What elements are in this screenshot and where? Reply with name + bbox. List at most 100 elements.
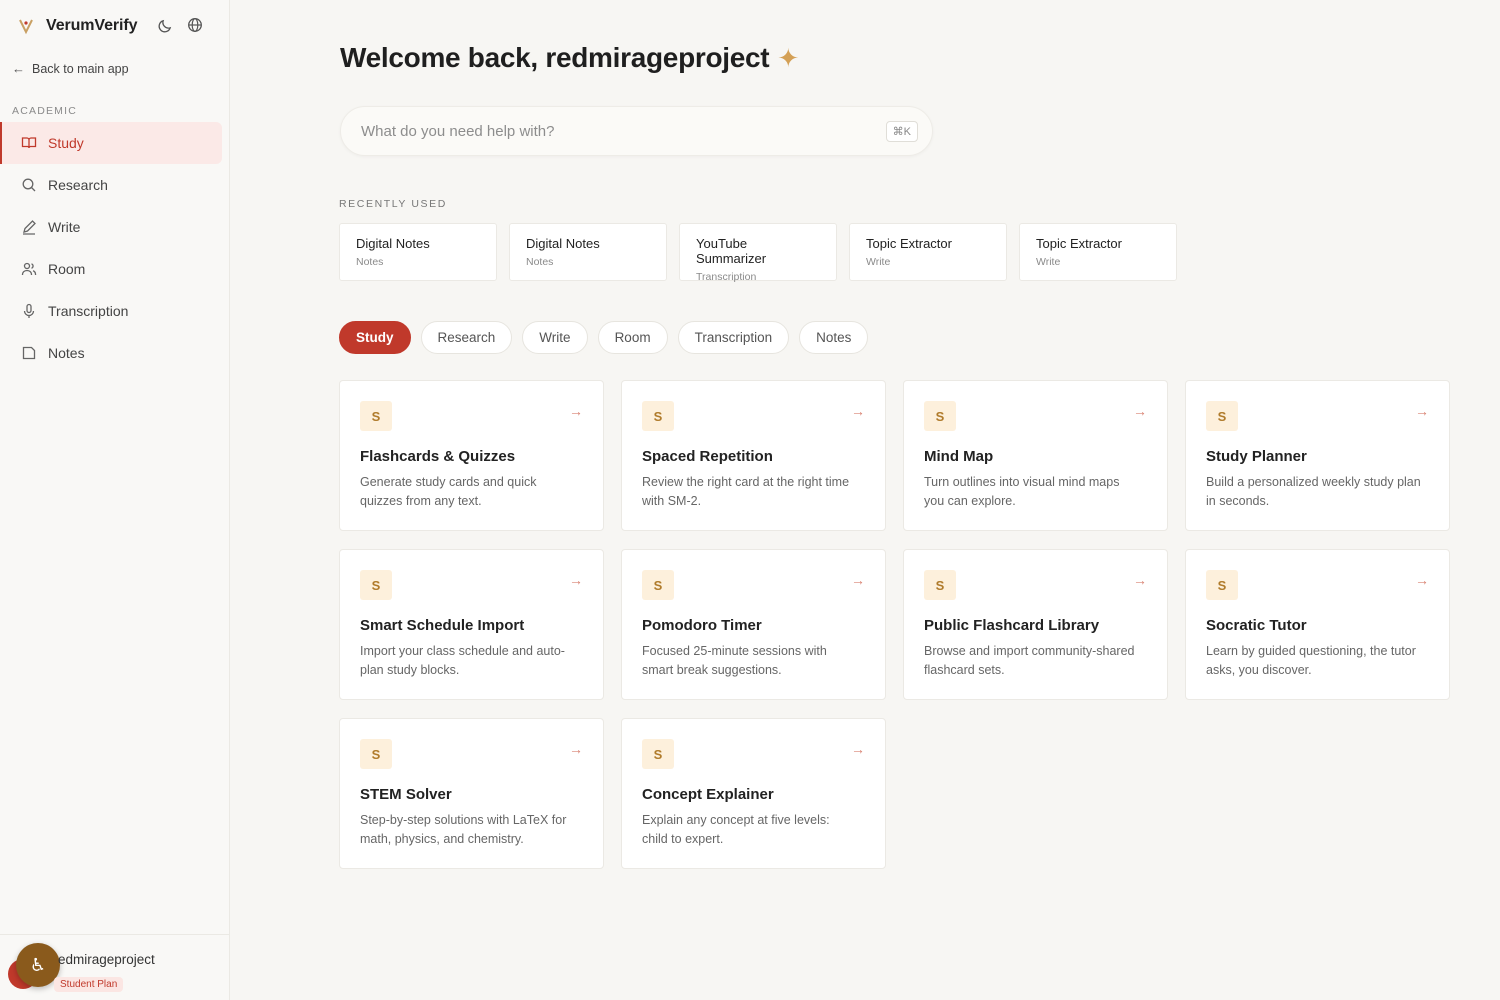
shortcut-hint: ⌘K	[885, 120, 918, 142]
arrow-right-icon: →	[569, 403, 583, 419]
sidebar-item-research[interactable]: Research	[0, 164, 222, 206]
sparkle-icon: ✦	[777, 42, 799, 73]
arrow-right-icon: →	[1415, 572, 1429, 588]
arrow-right-icon: →	[1133, 403, 1147, 419]
tool-badge: S	[360, 739, 392, 769]
tool-badge: S	[924, 570, 956, 600]
tool-description: Build a personalized weekly study plan i…	[1206, 475, 1421, 508]
tool-badge: S	[360, 570, 392, 600]
sidebar-nav: Study Research Write Room Transcription	[0, 122, 222, 374]
search-input[interactable]	[361, 122, 886, 140]
brand[interactable]: VerumVerify	[16, 14, 138, 38]
tab-notes[interactable]: Notes	[799, 321, 869, 354]
search-icon	[20, 176, 38, 194]
arrow-right-icon: →	[1133, 572, 1147, 588]
recent-item-category: Notes	[526, 256, 554, 268]
tool-card-socratic-tutor[interactable]: S → Socratic Tutor Learn by guided quest…	[1185, 549, 1450, 700]
recent-item[interactable]: Digital Notes Notes	[339, 223, 497, 281]
tool-description: Browse and import community-shared flash…	[924, 644, 1135, 677]
sidebar-item-notes[interactable]: Notes	[0, 332, 222, 374]
arrow-left-icon: ←	[12, 61, 25, 76]
tool-title: Public Flashcard Library	[924, 617, 1100, 634]
arrow-right-icon: →	[851, 403, 865, 419]
sidebar-item-room[interactable]: Room	[0, 248, 222, 290]
tool-badge: S	[924, 401, 956, 431]
sidebar-item-label: Research	[48, 177, 108, 193]
tool-card-flashcards-quizzes[interactable]: S → Flashcards & Quizzes Generate study …	[339, 380, 604, 531]
recent-item-title: YouTube Summarizer	[696, 236, 767, 266]
recent-item[interactable]: Topic Extractor Write	[1019, 223, 1177, 281]
tool-title: Smart Schedule Import	[360, 617, 525, 634]
tool-description: Turn outlines into visual mind maps you …	[924, 475, 1120, 508]
brand-logo-icon	[16, 16, 36, 36]
sidebar-item-label: Notes	[48, 345, 85, 361]
tool-title: Pomodoro Timer	[642, 617, 762, 634]
accessibility-icon: ♿	[29, 954, 47, 975]
arrow-right-icon: →	[1415, 403, 1429, 419]
microphone-icon	[20, 302, 38, 320]
tool-card-pomodoro-timer[interactable]: S → Pomodoro Timer Focused 25-minute ses…	[621, 549, 886, 700]
tab-write[interactable]: Write	[522, 321, 588, 354]
sidebar-item-label: Study	[48, 135, 84, 151]
back-link-label: Back to main app	[32, 61, 129, 76]
tool-title: Mind Map	[924, 448, 994, 465]
tool-card-mind-map[interactable]: S → Mind Map Turn outlines into visual m…	[903, 380, 1168, 531]
tool-description: Explain any concept at five levels: chil…	[642, 813, 830, 846]
page-title: Welcome back, redmirageproject ✦	[340, 42, 799, 74]
recent-item[interactable]: Digital Notes Notes	[509, 223, 667, 281]
tool-grid: S → Flashcards & Quizzes Generate study …	[339, 380, 1451, 869]
tab-transcription[interactable]: Transcription	[677, 321, 790, 354]
sidebar-item-write[interactable]: Write	[0, 206, 222, 248]
recent-item-category: Write	[866, 256, 891, 268]
moon-icon[interactable]	[156, 16, 174, 34]
tab-room[interactable]: Room	[597, 321, 668, 354]
user-profile[interactable]: ♿ edmirageproject Student Plan	[0, 934, 230, 1000]
recent-item-title: Topic Extractor	[1036, 236, 1122, 251]
search-bar[interactable]: ⌘K	[340, 106, 933, 156]
tool-description: Focused 25-minute sessions with smart br…	[642, 644, 827, 677]
tool-card-spaced-repetition[interactable]: S → Spaced Repetition Review the right c…	[621, 380, 886, 531]
tool-title: Socratic Tutor	[1206, 617, 1307, 634]
tab-research[interactable]: Research	[420, 321, 513, 354]
sidebar-item-label: Room	[48, 261, 86, 277]
tab-study[interactable]: Study	[339, 321, 411, 354]
note-icon	[20, 344, 38, 362]
recent-item-category: Transcription	[696, 271, 757, 283]
recent-item[interactable]: YouTube Summarizer Transcription	[679, 223, 837, 283]
sidebar-item-study[interactable]: Study	[0, 122, 222, 164]
tool-card-concept-explainer[interactable]: S → Concept Explainer Explain any concep…	[621, 718, 886, 869]
recent-item-category: Notes	[356, 256, 384, 268]
back-to-main-link[interactable]: ← Back to main app	[12, 61, 129, 76]
book-open-icon	[20, 134, 38, 152]
page-title-text: Welcome back, redmirageproject	[340, 42, 770, 73]
sidebar-item-transcription[interactable]: Transcription	[0, 290, 222, 332]
sidebar-item-label: Transcription	[48, 303, 129, 319]
brand-name: VerumVerify	[46, 17, 138, 34]
recent-label: RECENTLY USED	[339, 198, 447, 210]
tool-card-stem-solver[interactable]: S → STEM Solver Step-by-step solutions w…	[339, 718, 604, 869]
tool-card-smart-schedule-import[interactable]: S → Smart Schedule Import Import your cl…	[339, 549, 604, 700]
arrow-right-icon: →	[569, 741, 583, 757]
tool-description: Generate study cards and quick quizzes f…	[360, 475, 537, 508]
arrow-right-icon: →	[851, 741, 865, 757]
globe-icon[interactable]	[186, 16, 204, 34]
tool-title: Study Planner	[1206, 448, 1307, 465]
user-name: edmirageproject	[58, 952, 155, 967]
recent-item[interactable]: Topic Extractor Write	[849, 223, 1007, 281]
tool-title: Concept Explainer	[642, 786, 774, 803]
tool-card-study-planner[interactable]: S → Study Planner Build a personalized w…	[1185, 380, 1450, 531]
recent-list: Digital Notes Notes Digital Notes Notes …	[339, 223, 1189, 283]
tool-badge: S	[642, 401, 674, 431]
section-label: ACADEMIC	[12, 105, 78, 117]
tool-description: Step-by-step solutions with LaTeX for ma…	[360, 813, 567, 846]
brand-actions	[156, 16, 204, 34]
recent-item-title: Digital Notes	[356, 236, 430, 251]
sidebar: VerumVerify ← Back to main app ACADEMIC …	[0, 0, 230, 1000]
tool-badge: S	[1206, 401, 1238, 431]
recent-item-title: Topic Extractor	[866, 236, 952, 251]
tool-badge: S	[642, 739, 674, 769]
tool-card-public-flashcard-library[interactable]: S → Public Flashcard Library Browse and …	[903, 549, 1168, 700]
arrow-right-icon: →	[851, 572, 865, 588]
tool-title: Spaced Repetition	[642, 448, 773, 465]
plan-badge: Student Plan	[54, 977, 124, 992]
